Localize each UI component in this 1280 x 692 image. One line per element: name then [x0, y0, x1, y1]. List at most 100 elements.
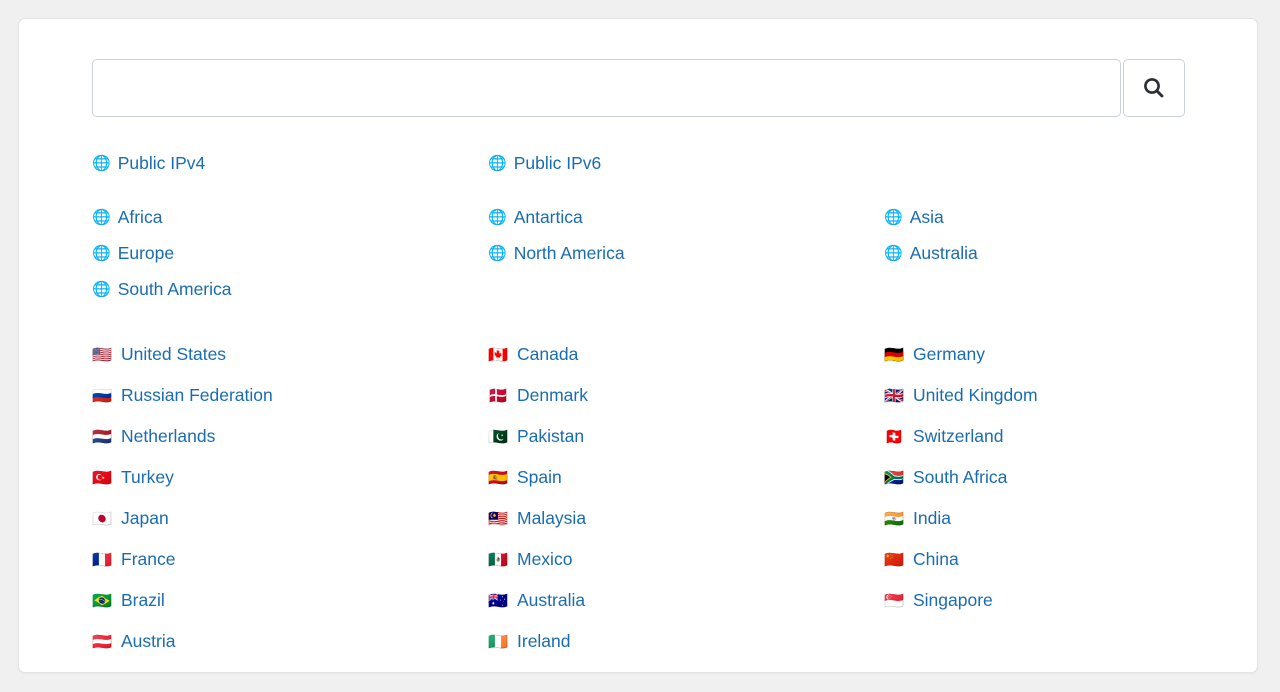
search-input[interactable] [92, 59, 1121, 117]
country-link-label: United Kingdom [913, 385, 1038, 405]
flag-ch-icon: 🇨🇭 [884, 427, 904, 446]
flag-nl-icon: 🇳🇱 [92, 427, 112, 446]
grid-spacer [488, 278, 884, 301]
country-link-label: Japan [121, 508, 169, 528]
globe-icon: 🌐 [884, 208, 903, 226]
country-link-mexico[interactable]: 🇲🇽 Mexico [488, 548, 884, 571]
country-link-label: Mexico [517, 549, 573, 569]
flag-sg-icon: 🇸🇬 [884, 591, 904, 610]
country-links: 🇺🇸 United States 🇨🇦 Canada 🇩🇪 Germany 🇷🇺 Russia… [92, 343, 1192, 653]
flag-jp-icon: 🇯🇵 [92, 509, 112, 528]
globe-icon: 🌐 [488, 244, 507, 262]
country-link-india[interactable]: 🇮🇳 India [884, 507, 1192, 530]
globe-icon: 🌐 [488, 154, 507, 172]
flag-us-icon: 🇺🇸 [92, 345, 112, 364]
search-button[interactable] [1123, 59, 1185, 117]
continent-link-south-america[interactable]: 🌐 South America [92, 278, 488, 301]
country-link-label: Spain [517, 467, 562, 487]
ip-link-public-ipv4[interactable]: 🌐 Public IPv4 [92, 152, 488, 175]
country-link-label: Switzerland [913, 426, 1004, 446]
flag-gb-icon: 🇬🇧 [884, 386, 904, 405]
country-link-label: Ireland [517, 631, 571, 651]
country-link-switzerland[interactable]: 🇨🇭 Switzerland [884, 425, 1192, 448]
country-link-france[interactable]: 🇫🇷 France [92, 548, 488, 571]
continent-link-africa[interactable]: 🌐 Africa [92, 206, 488, 229]
country-link-netherlands[interactable]: 🇳🇱 Netherlands [92, 425, 488, 448]
main-card: 🌐 Public IPv4 🌐 Public IPv6 🌐 Africa 🌐 Antarti… [18, 18, 1258, 673]
flag-ca-icon: 🇨🇦 [488, 345, 508, 364]
continent-links: 🌐 Africa 🌐 Antartica 🌐 Asia 🌐 Europe 🌐 North Amer… [92, 206, 1192, 301]
country-link-label: Turkey [121, 467, 174, 487]
globe-icon: 🌐 [884, 244, 903, 262]
country-link-label: Canada [517, 344, 579, 364]
flag-au-icon: 🇦🇺 [488, 591, 508, 610]
country-link-austria[interactable]: 🇦🇹 Austria [92, 630, 488, 653]
grid-spacer [884, 278, 1192, 301]
continent-link-label: Australia [909, 243, 978, 263]
continent-link-australia[interactable]: 🌐 Australia [884, 242, 1192, 265]
globe-icon: 🌐 [488, 208, 507, 226]
continent-link-asia[interactable]: 🌐 Asia [884, 206, 1192, 229]
continent-link-label: Africa [117, 207, 163, 227]
country-link-brazil[interactable]: 🇧🇷 Brazil [92, 589, 488, 612]
country-link-label: Australia [517, 590, 586, 610]
country-link-label: China [913, 549, 959, 569]
country-link-spain[interactable]: 🇪🇸 Spain [488, 466, 884, 489]
flag-es-icon: 🇪🇸 [488, 468, 508, 487]
public-ip-links: 🌐 Public IPv4 🌐 Public IPv6 [92, 152, 1192, 175]
continent-link-europe[interactable]: 🌐 Europe [92, 242, 488, 265]
country-link-canada[interactable]: 🇨🇦 Canada [488, 343, 884, 366]
grid-spacer [884, 630, 1192, 653]
country-link-australia[interactable]: 🇦🇺 Australia [488, 589, 884, 612]
flag-tr-icon: 🇹🇷 [92, 468, 112, 487]
country-link-denmark[interactable]: 🇩🇰 Denmark [488, 384, 884, 407]
country-link-singapore[interactable]: 🇸🇬 Singapore [884, 589, 1192, 612]
country-link-label: Austria [121, 631, 176, 651]
flag-br-icon: 🇧🇷 [92, 591, 112, 610]
flag-my-icon: 🇲🇾 [488, 509, 508, 528]
country-link-ireland[interactable]: 🇮🇪 Ireland [488, 630, 884, 653]
country-link-label: South Africa [913, 467, 1008, 487]
grid-spacer [884, 152, 1192, 175]
country-link-japan[interactable]: 🇯🇵 Japan [92, 507, 488, 530]
search-icon [1141, 75, 1167, 101]
flag-fr-icon: 🇫🇷 [92, 550, 112, 569]
ip-link-label: Public IPv6 [513, 153, 602, 173]
flag-at-icon: 🇦🇹 [92, 632, 112, 651]
continent-link-label: Asia [909, 207, 944, 227]
globe-icon: 🌐 [92, 280, 111, 298]
country-link-label: Singapore [913, 590, 993, 610]
continent-link-label: Europe [117, 243, 175, 263]
flag-in-icon: 🇮🇳 [884, 509, 904, 528]
flag-mx-icon: 🇲🇽 [488, 550, 508, 569]
continent-link-label: North America [513, 243, 625, 263]
country-link-label: India [913, 508, 951, 528]
country-link-malaysia[interactable]: 🇲🇾 Malaysia [488, 507, 884, 530]
country-link-china[interactable]: 🇨🇳 China [884, 548, 1192, 571]
continent-link-north-america[interactable]: 🌐 North America [488, 242, 884, 265]
search-bar [92, 59, 1185, 117]
country-link-pakistan[interactable]: 🇵🇰 Pakistan [488, 425, 884, 448]
country-link-turkey[interactable]: 🇹🇷 Turkey [92, 466, 488, 489]
flag-de-icon: 🇩🇪 [884, 345, 904, 364]
flag-za-icon: 🇿🇦 [884, 468, 904, 487]
globe-icon: 🌐 [92, 208, 111, 226]
country-link-label: Denmark [517, 385, 588, 405]
ip-link-label: Public IPv4 [117, 153, 206, 173]
country-link-russian-federation[interactable]: 🇷🇺 Russian Federation [92, 384, 488, 407]
country-link-label: Russian Federation [121, 385, 273, 405]
globe-icon: 🌐 [92, 154, 111, 172]
country-link-label: Brazil [121, 590, 165, 610]
country-link-united-states[interactable]: 🇺🇸 United States [92, 343, 488, 366]
country-link-united-kingdom[interactable]: 🇬🇧 United Kingdom [884, 384, 1192, 407]
country-link-germany[interactable]: 🇩🇪 Germany [884, 343, 1192, 366]
country-link-label: Netherlands [121, 426, 216, 446]
flag-pk-icon: 🇵🇰 [488, 427, 508, 446]
globe-icon: 🌐 [92, 244, 111, 262]
continent-link-label: South America [117, 279, 232, 299]
continent-link-antartica[interactable]: 🌐 Antartica [488, 206, 884, 229]
flag-ru-icon: 🇷🇺 [92, 386, 112, 405]
ip-link-public-ipv6[interactable]: 🌐 Public IPv6 [488, 152, 884, 175]
continent-link-label: Antartica [513, 207, 583, 227]
country-link-south-africa[interactable]: 🇿🇦 South Africa [884, 466, 1192, 489]
